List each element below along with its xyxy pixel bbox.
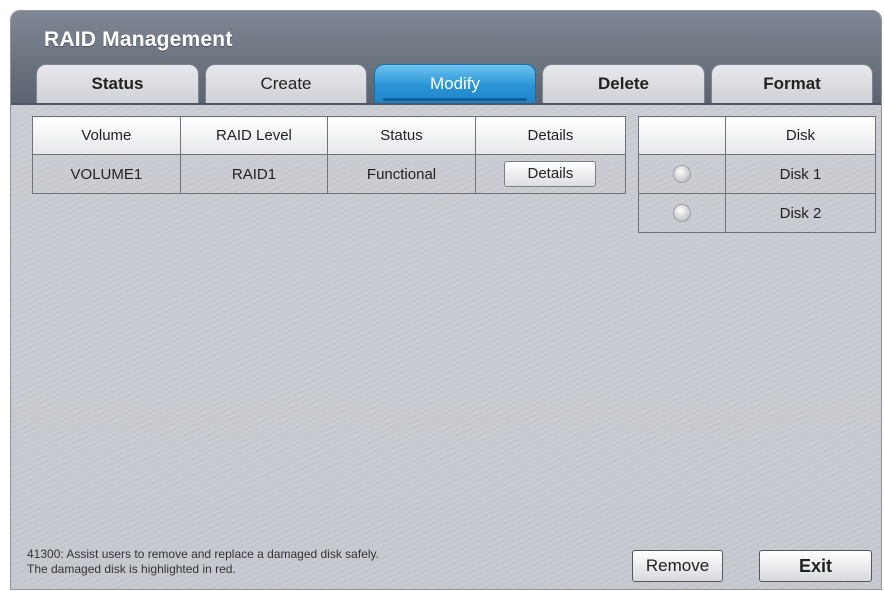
- raid-management-window: RAID Management Status Create Modify Del…: [10, 10, 882, 590]
- tab-status[interactable]: Status: [36, 64, 199, 103]
- title-bar: RAID Management Status Create Modify Del…: [11, 11, 881, 105]
- radio-cell: [638, 154, 726, 194]
- column-header-disk: Disk: [724, 116, 877, 155]
- remove-button[interactable]: Remove: [632, 550, 723, 582]
- exit-button[interactable]: Exit: [759, 550, 872, 582]
- tab-format[interactable]: Format: [711, 64, 873, 103]
- disk-cell: Disk 1: [724, 154, 877, 194]
- disk-1-radio[interactable]: [672, 165, 691, 184]
- tab-create[interactable]: Create: [205, 64, 367, 103]
- details-button[interactable]: Details: [504, 161, 597, 187]
- tab-delete[interactable]: Delete: [542, 64, 705, 103]
- disk-table: Disk Disk 1 Disk 2: [638, 116, 877, 233]
- column-header-volume: Volume: [32, 116, 181, 155]
- volume-table-header: Volume RAID Level Status Details: [32, 116, 627, 155]
- table-row[interactable]: Disk 2: [638, 193, 877, 233]
- column-header-details: Details: [474, 116, 627, 155]
- help-note-line-2: The damaged disk is highlighted in red.: [27, 562, 236, 576]
- raid-level-cell: RAID1: [179, 154, 329, 194]
- volume-table: Volume RAID Level Status Details VOLUME1…: [32, 116, 627, 194]
- volume-cell: VOLUME1: [32, 154, 181, 194]
- tab-modify[interactable]: Modify: [374, 64, 536, 103]
- column-header-raid-level: RAID Level: [179, 116, 329, 155]
- table-row[interactable]: VOLUME1 RAID1 Functional Details: [32, 154, 627, 194]
- column-header-select: [638, 116, 726, 155]
- help-note: 41300: Assist users to remove and replac…: [27, 547, 379, 577]
- table-row[interactable]: Disk 1: [638, 154, 877, 194]
- status-cell: Functional: [327, 154, 476, 194]
- disk-table-header: Disk: [638, 116, 877, 155]
- radio-cell: [638, 193, 726, 233]
- help-note-line-1: 41300: Assist users to remove and replac…: [27, 547, 379, 561]
- disk-2-radio[interactable]: [672, 204, 691, 223]
- disk-cell: Disk 2: [724, 193, 877, 233]
- window-title: RAID Management: [44, 28, 233, 51]
- details-cell: Details: [474, 154, 627, 194]
- column-header-status: Status: [327, 116, 476, 155]
